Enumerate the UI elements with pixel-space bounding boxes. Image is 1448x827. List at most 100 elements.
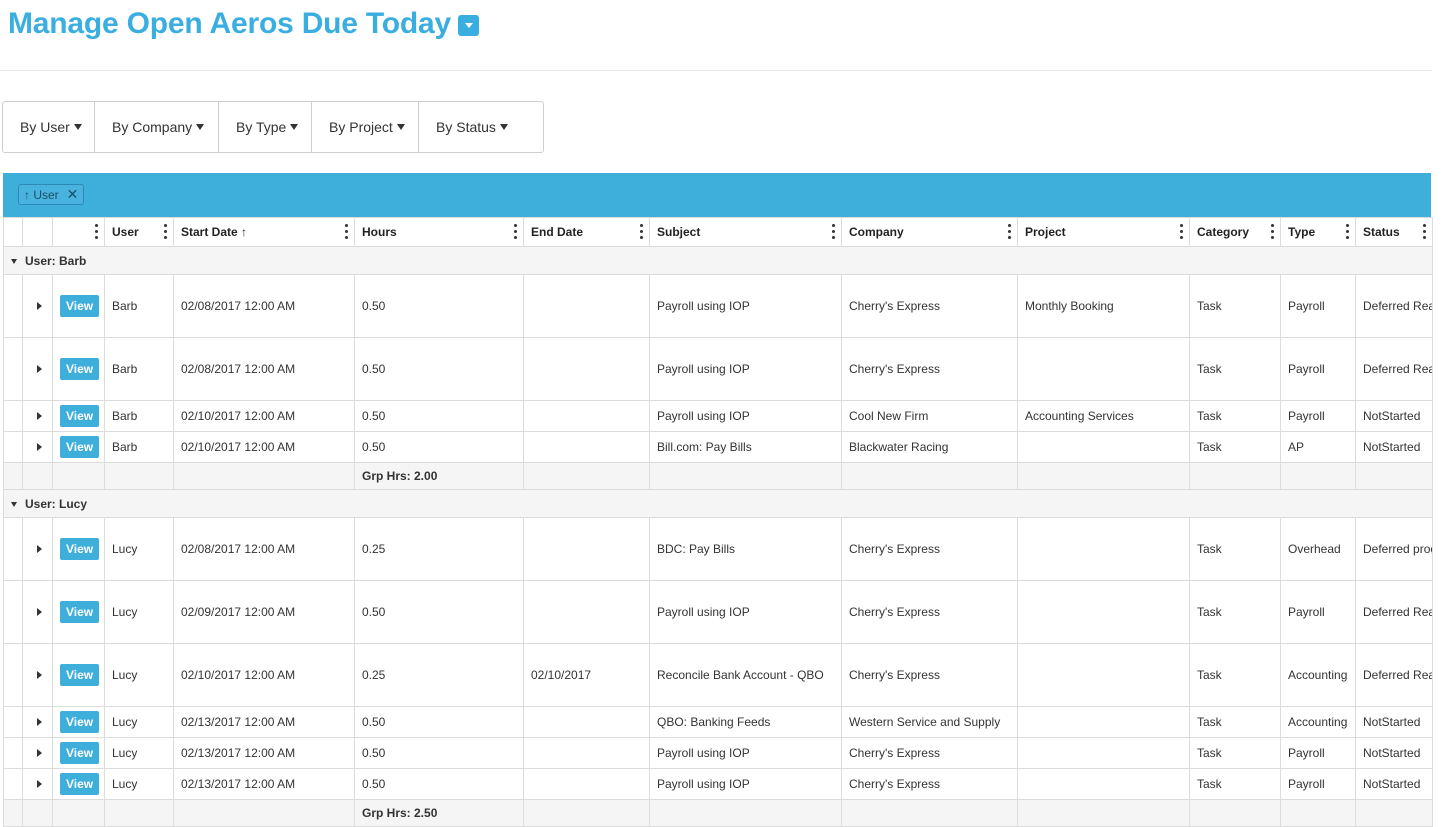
expand-row-icon[interactable] [37,671,42,679]
cell-user: Barb [104,431,174,463]
header-label: Company [849,225,904,239]
footer-cell [1017,462,1190,490]
column-menu-icon[interactable] [1346,224,1349,239]
divider [0,70,1432,71]
view-button[interactable]: View [60,295,100,317]
column-menu-icon[interactable] [1180,224,1183,239]
view-button[interactable]: View [60,601,100,623]
header-label: End Date [531,225,584,239]
header-project[interactable]: Project [1017,217,1190,247]
filter-by-status-button[interactable]: By Status [419,102,543,152]
header-start-date[interactable]: Start Date ↑ [173,217,355,247]
cell-hours: 0.50 [354,768,524,800]
column-menu-icon[interactable] [95,224,98,239]
cell-type: Payroll [1280,274,1356,338]
expand-row-icon[interactable] [37,608,42,616]
group-header-cell[interactable]: User: Barb [3,246,1433,275]
collapse-triangle-icon[interactable] [11,501,17,507]
group-row[interactable]: User: Barb [3,246,1433,275]
header-label: Project [1025,225,1066,239]
cell-hours: 0.50 [354,431,524,463]
header-expand-cell [22,217,53,247]
expand-row-icon[interactable] [37,302,42,310]
cell-hours: 0.50 [354,706,524,738]
group-header-cell[interactable]: User: Lucy [3,489,1433,518]
column-menu-icon[interactable] [1271,224,1274,239]
footer-cell [173,799,355,827]
cell-hours: 0.50 [354,337,524,401]
header-status[interactable]: Status [1355,217,1433,247]
cell-company: Cherry's Express [841,737,1018,769]
filter-label: By User [20,119,70,135]
header-label: Subject [657,225,701,239]
header-user[interactable]: User [104,217,174,247]
table-row: View Barb 02/08/2017 12:00 AM 0.50 Payroll u… [3,337,1433,401]
view-button[interactable]: View [60,742,100,764]
expand-row-icon[interactable] [37,365,42,373]
cell-status: Deferred Ready for reveiw [1355,580,1433,644]
cell-project [1017,337,1190,401]
cell-start: 02/10/2017 12:00 AM [173,431,355,463]
collapse-triangle-icon[interactable] [11,258,17,264]
cell-end [523,400,650,432]
expand-row-icon[interactable] [37,780,42,788]
cell-type: Payroll [1280,737,1356,769]
cell-project [1017,431,1190,463]
column-menu-icon[interactable] [640,224,643,239]
cell-start: 02/13/2017 12:00 AM [173,737,355,769]
header-label: Start Date ↑ [181,225,248,239]
caret-down-icon [396,124,405,130]
filter-label: By Project [329,119,393,135]
group-row[interactable]: User: Lucy [3,489,1433,518]
footer-cell [104,799,174,827]
column-menu-icon[interactable] [1008,224,1011,239]
filter-by-user-button[interactable]: By User [3,102,95,152]
table-row: View Lucy 02/10/2017 12:00 AM 0.25 02/10/201… [3,643,1433,707]
filter-by-type-button[interactable]: By Type [219,102,312,152]
expand-row-icon[interactable] [37,412,42,420]
header-hours[interactable]: Hours [354,217,524,247]
cell-project [1017,706,1190,738]
view-button[interactable]: View [60,773,100,795]
view-button[interactable]: View [60,358,100,380]
cell-start: 02/10/2017 12:00 AM [173,643,355,707]
column-menu-icon[interactable] [832,224,835,239]
cell-type: Payroll [1280,580,1356,644]
close-icon[interactable]: ✕ [67,186,79,203]
expand-row-icon[interactable] [37,749,42,757]
footer-cell [1355,462,1433,490]
column-menu-icon[interactable] [345,224,348,239]
cell-subject: Payroll using IOP [649,274,842,338]
cell-end [523,737,650,769]
group-chip-user[interactable]: ↑ User ✕ [18,184,85,205]
header-end-date[interactable]: End Date [523,217,650,247]
cell-project [1017,517,1190,581]
filter-by-company-button[interactable]: By Company [95,102,219,152]
header-category[interactable]: Category [1189,217,1281,247]
header-type[interactable]: Type [1280,217,1356,247]
column-menu-icon[interactable] [1423,224,1426,239]
view-button[interactable]: View [60,538,100,560]
group-chip-label: ↑ User [24,187,59,202]
footer-cell [3,799,23,827]
header-subject[interactable]: Subject [649,217,842,247]
cell-type: Overhead [1280,517,1356,581]
action-cell: View [52,400,105,432]
view-button[interactable]: View [60,405,100,427]
footer-cell [52,462,105,490]
view-button[interactable]: View [60,436,100,458]
expand-row-icon[interactable] [37,718,42,726]
column-menu-icon[interactable] [514,224,517,239]
cell-category: Task [1189,580,1281,644]
caret-down-icon [196,124,205,130]
expand-row-icon[interactable] [37,545,42,553]
filter-by-project-button[interactable]: By Project [312,102,419,152]
column-menu-icon[interactable] [164,224,167,239]
expand-row-icon[interactable] [37,443,42,451]
action-cell: View [52,274,105,338]
view-button[interactable]: View [60,664,100,686]
header-company[interactable]: Company [841,217,1018,247]
view-button[interactable]: View [60,711,100,733]
title-dropdown-button[interactable] [458,14,480,36]
caret-down-icon [73,124,82,130]
